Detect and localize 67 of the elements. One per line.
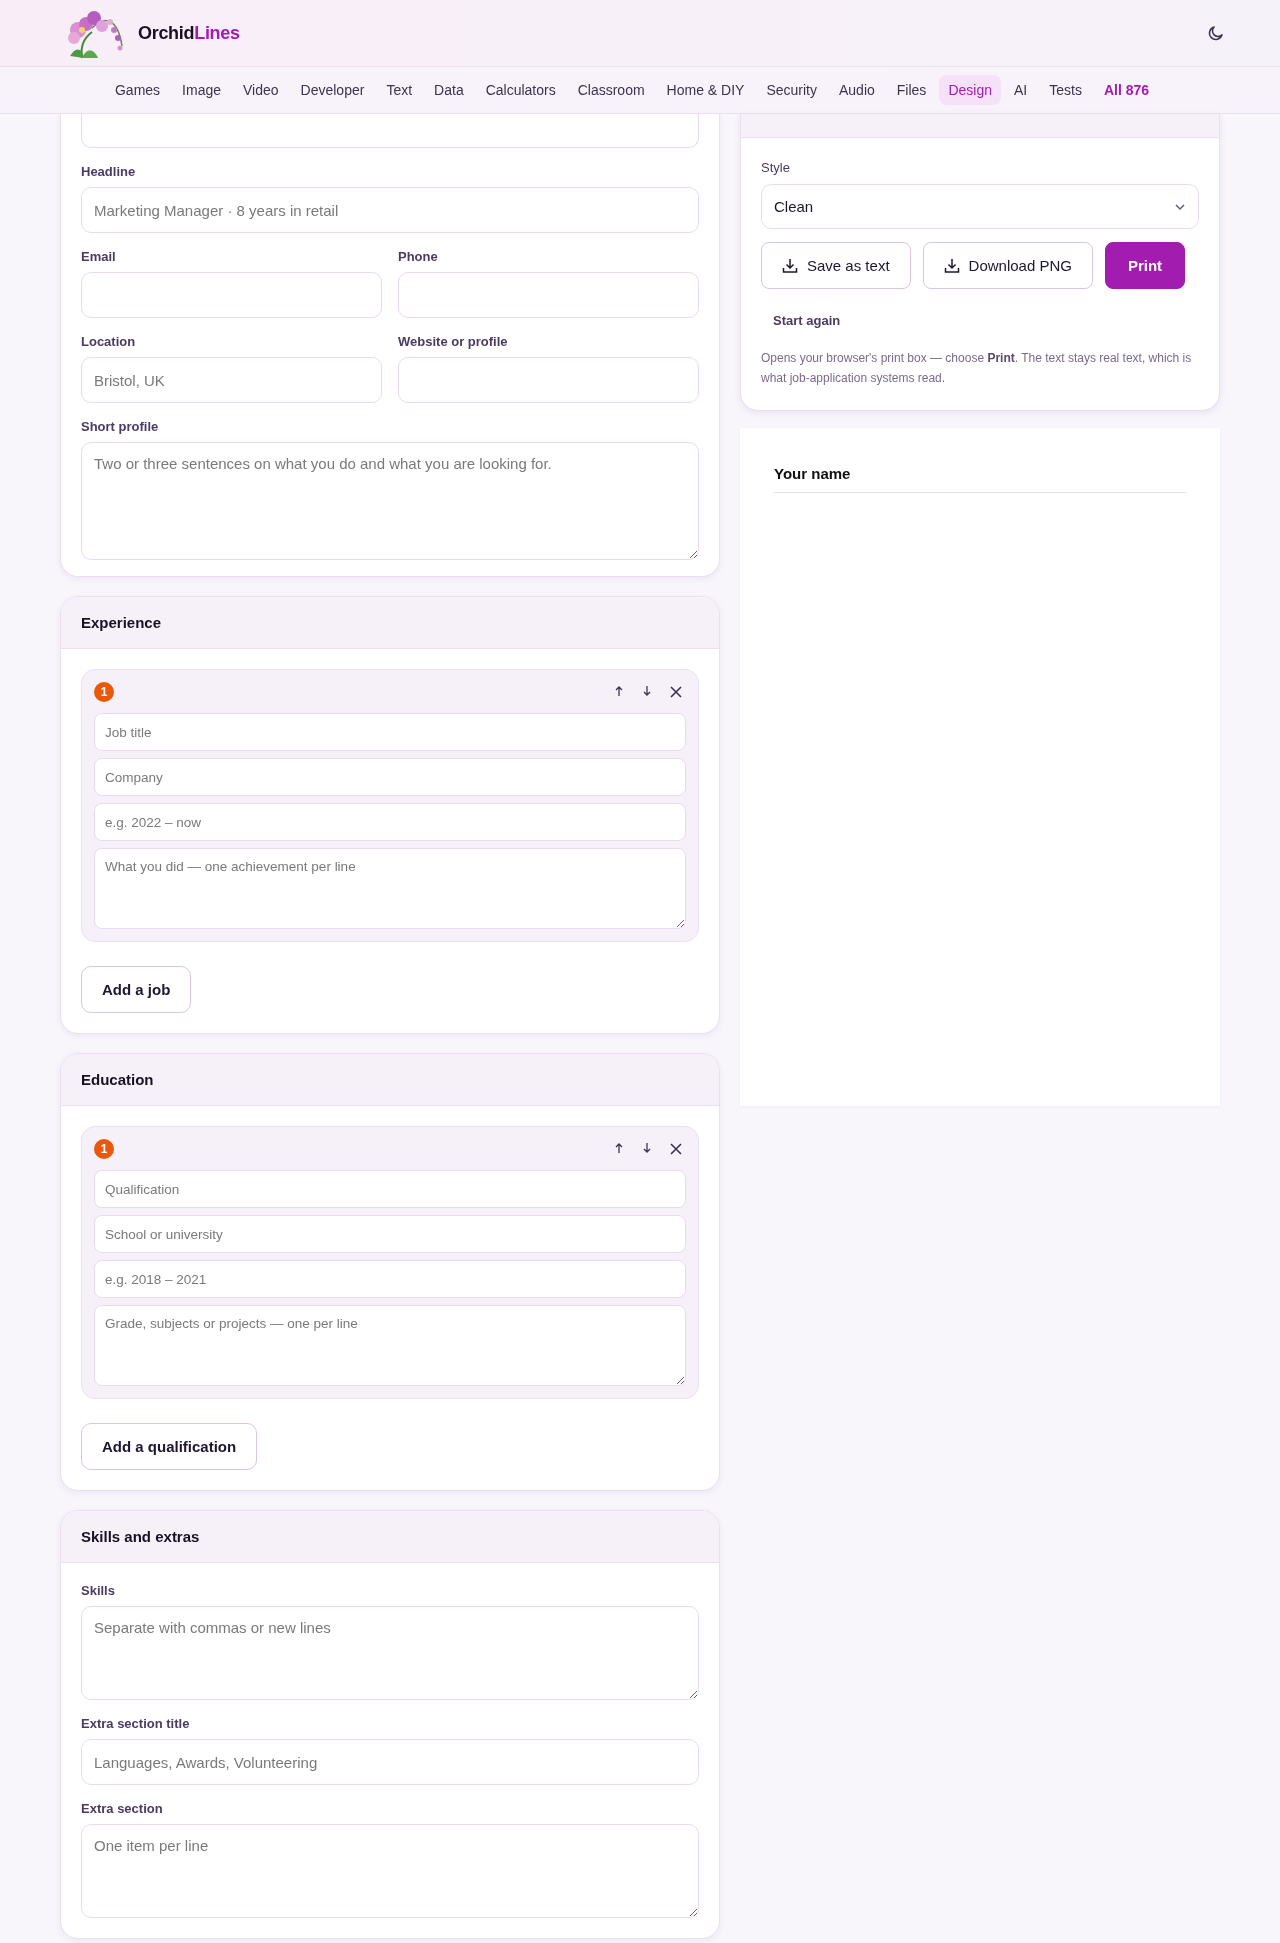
add-button[interactable]: Add a qualification [81, 1423, 258, 1470]
moon-icon [1207, 24, 1225, 42]
nav-link[interactable]: Image [173, 75, 230, 105]
field-label: Style [761, 160, 791, 175]
text-area[interactable]: Grade, subjects or projects — one per line [94, 1305, 686, 1386]
text-area[interactable]: Two or three sentences on what you do and what you are looking for. [81, 442, 699, 560]
arrow-up-icon [613, 1142, 625, 1156]
section-title: Experience [81, 614, 162, 631]
nav-link[interactable]: Tests [1040, 75, 1091, 105]
start-again-link[interactable]: Start again [773, 309, 841, 332]
print-note: Opens your browser's print box — choose Print. The text stays real text, which is what job-application systems read. [761, 350, 1193, 387]
text-field[interactable]: Company [94, 758, 686, 796]
field-label: Phone [398, 249, 439, 264]
brand-name[interactable]: OrchidLines [138, 22, 240, 44]
field-label: Email [81, 249, 117, 264]
download-icon [782, 257, 798, 274]
field-label: Location [81, 334, 137, 349]
nav-link[interactable]: Home & DIY [657, 75, 754, 105]
nav-link[interactable]: Developer [291, 75, 374, 105]
field-label: Headline [81, 164, 137, 179]
text-field[interactable]: School or university [94, 1215, 686, 1253]
text-field[interactable]: Bristol, UK [81, 357, 382, 403]
text-field[interactable]: e.g. 2022 – now [94, 803, 686, 841]
close-icon [669, 1142, 683, 1156]
nav-link[interactable]: Games [105, 75, 170, 105]
nav-link[interactable]: Text [377, 75, 422, 105]
text-field[interactable]: Marketing Manager · 8 years in retail [81, 187, 699, 233]
text-field[interactable]: Languages, Awards, Volunteering [81, 1739, 699, 1785]
text-field[interactable] [398, 272, 699, 318]
text-area[interactable]: One item per line [81, 1824, 699, 1918]
nav-link[interactable]: Audio [830, 75, 884, 105]
number-badge: 1 [94, 1139, 114, 1159]
download-button[interactable]: Download PNG [922, 242, 1093, 289]
field-label: Short profile [81, 419, 160, 434]
text-field[interactable] [81, 114, 699, 148]
resume-name: Your name [774, 465, 1186, 493]
text-field[interactable] [398, 357, 699, 403]
field-label: Website or profile [398, 334, 509, 349]
arrow-up-icon [613, 685, 625, 699]
nav-link[interactable]: Data [425, 75, 473, 105]
field-label: Skills [81, 1583, 116, 1598]
number-badge: 1 [94, 682, 114, 702]
text-field[interactable]: Job title [94, 713, 686, 751]
section-title: Education [81, 1071, 154, 1088]
nav-link[interactable]: Files [887, 75, 936, 105]
close-icon [669, 685, 683, 699]
text-area[interactable]: What you did — one achievement per line [94, 848, 686, 929]
text-field[interactable]: Qualification [94, 1170, 686, 1208]
field-label: Extra section [81, 1801, 164, 1816]
download-icon [943, 257, 960, 274]
nav-link[interactable]: All 876 [1094, 75, 1159, 105]
nav-link[interactable]: Classroom [568, 75, 654, 105]
chevron-down-icon [1174, 202, 1186, 211]
nav-link[interactable]: AI [1004, 75, 1037, 105]
nav-link[interactable]: Security [757, 75, 826, 105]
text-field[interactable]: e.g. 2018 – 2021 [94, 1260, 686, 1298]
section-title: Skills and extras [81, 1528, 200, 1545]
download-button[interactable]: Save as text [761, 242, 911, 289]
print-button[interactable]: Print [1104, 242, 1186, 289]
nav-link[interactable]: Calculators [476, 75, 565, 105]
text-field[interactable] [81, 272, 382, 318]
field-label: Extra section title [81, 1716, 191, 1731]
nav-link[interactable]: Video [234, 75, 288, 105]
nav-link[interactable]: Design [939, 75, 1001, 105]
add-button[interactable]: Add a job [81, 966, 192, 1013]
text-area[interactable]: Separate with commas or new lines [81, 1606, 699, 1700]
style-select[interactable]: Clean [761, 184, 1199, 229]
